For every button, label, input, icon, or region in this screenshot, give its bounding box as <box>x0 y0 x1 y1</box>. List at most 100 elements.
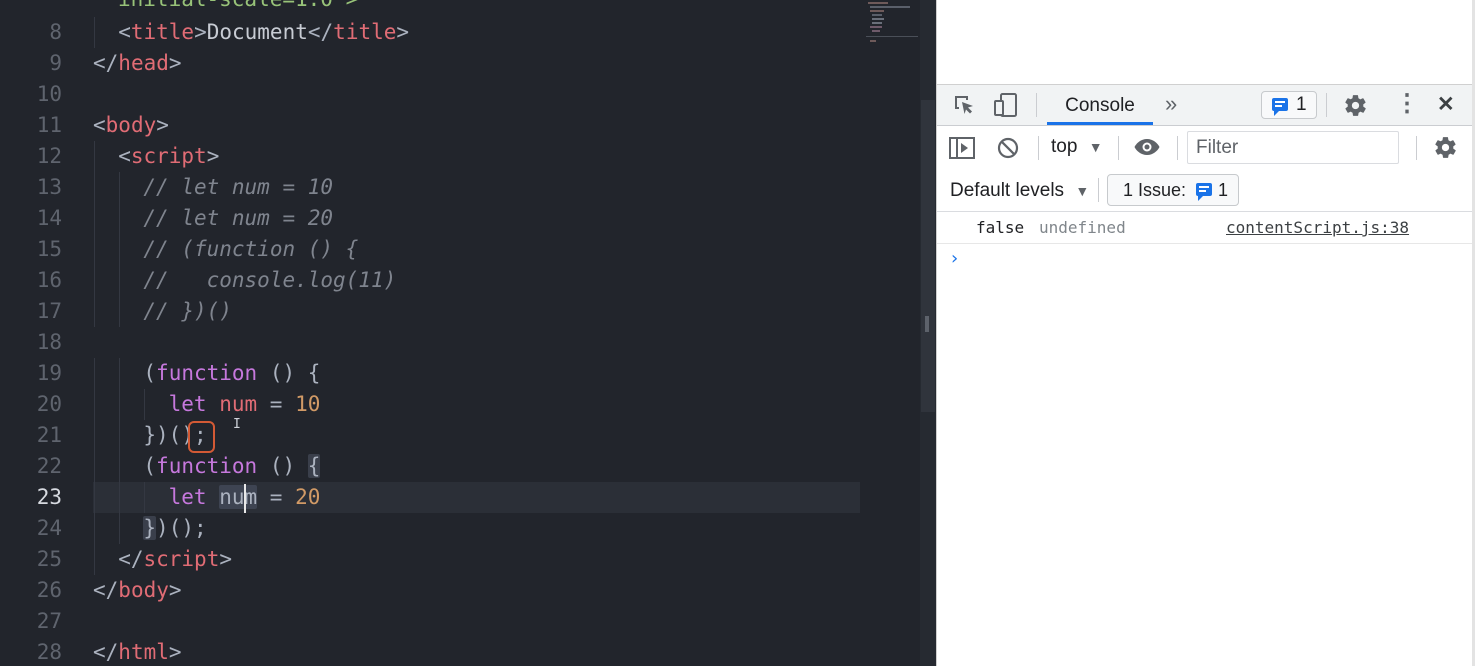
log-levels-select[interactable]: Default levels ▼ <box>950 180 1089 202</box>
settings-gear-icon[interactable] <box>1343 93 1368 118</box>
toolbar-separator <box>1036 93 1037 117</box>
code-token: </ <box>307 20 334 44</box>
close-icon[interactable]: ✕ <box>1437 93 1455 117</box>
code-token: < <box>93 113 106 137</box>
device-toolbar-icon[interactable] <box>993 92 1019 118</box>
code-line[interactable]: 22 (function () { <box>0 451 920 482</box>
code-token: </ <box>93 640 119 664</box>
line-number: 27 <box>36 609 62 633</box>
toolbar-separator <box>1118 136 1119 160</box>
indent-guide <box>94 203 95 234</box>
line-number: 18 <box>36 330 62 354</box>
line-number: 21 <box>36 423 62 447</box>
code-text: <body> <box>93 110 169 141</box>
console-source-link[interactable]: contentScript.js:38 <box>1226 212 1409 244</box>
sidebar-toggle-icon[interactable] <box>949 137 975 159</box>
code-line[interactable]: 9 </head> <box>0 48 920 79</box>
indent-guide <box>94 141 95 172</box>
line-number: 12 <box>36 144 62 168</box>
indent-guide <box>94 172 95 203</box>
line-number: 10 <box>36 82 62 106</box>
line-number: 11 <box>36 113 62 137</box>
code-text: // (function () { <box>143 234 358 265</box>
tab-console[interactable]: Console <box>1047 85 1153 125</box>
code-line[interactable]: 8 <title>Document</title> <box>0 17 920 48</box>
code-line[interactable]: 17 // })() <box>0 296 920 327</box>
code-token: > <box>168 578 182 602</box>
toolbar-separator <box>1177 136 1178 160</box>
code-line[interactable]: 16 // console.log(11) <box>0 265 920 296</box>
devtools-toolbar: Console » 1 ⋮ ✕ <box>937 84 1475 126</box>
code-token: ( <box>143 361 157 385</box>
code-line[interactable]: 14 // let num = 20 <box>0 203 920 234</box>
context-select[interactable]: top ▼ <box>1051 136 1103 158</box>
issues-count: 1 <box>1296 94 1307 115</box>
inspect-element-icon[interactable] <box>952 93 976 117</box>
indent-guide <box>94 482 95 513</box>
editor-scrollbar[interactable] <box>920 0 936 666</box>
toolbar-separator <box>1038 136 1039 160</box>
code-line[interactable]: 24})(); <box>0 513 920 544</box>
console-value-false: false <box>976 218 1025 237</box>
code-token: 20 <box>295 485 321 509</box>
code-line[interactable]: 26 </body> <box>0 575 920 606</box>
code-lines[interactable]: 8 <title>Document</title> 9 </head> 10 11 <bod… <box>0 0 920 666</box>
clear-console-icon[interactable] <box>996 136 1020 160</box>
more-menu-icon[interactable]: ⋮ <box>1395 92 1419 116</box>
filter-input[interactable] <box>1187 131 1399 164</box>
line-number: 13 <box>36 175 62 199</box>
code-text: </head> <box>93 48 182 79</box>
indent-guide <box>119 203 121 234</box>
code-line[interactable]: 10 <box>0 79 920 110</box>
code-line[interactable]: 19 (function () { <box>0 358 920 389</box>
code-line[interactable]: 25 </script> <box>0 544 920 575</box>
code-token: num <box>219 485 258 509</box>
code-line[interactable]: 28 </html> <box>0 637 920 666</box>
code-line[interactable]: 15 // (function () { <box>0 234 920 265</box>
code-token: num <box>219 392 258 416</box>
log-levels-bar: Default levels ▼ 1 Issue: 1 <box>937 170 1475 212</box>
code-line[interactable]: 12 <script> <box>0 141 920 172</box>
toolbar-separator <box>1326 93 1327 117</box>
code-token: > <box>194 20 207 44</box>
code-editor[interactable]: initial-scale=1.0"> 8<title>Document</ti… <box>0 0 936 666</box>
code-line[interactable]: 20 let num = 10 <box>0 389 920 420</box>
issues-counter-button[interactable]: 1 <box>1261 91 1317 119</box>
dropdown-arrow-icon: ▼ <box>1088 139 1103 155</box>
minimap[interactable] <box>866 0 918 48</box>
code-line[interactable]: 21})(); <box>0 420 920 451</box>
indent-guide <box>94 296 95 327</box>
code-token: // let num = 10 <box>143 175 334 199</box>
code-token: () { <box>257 361 321 385</box>
console-prompt-icon[interactable]: › <box>951 248 958 269</box>
code-token: let <box>168 485 207 509</box>
code-line[interactable]: 18 <box>0 327 920 358</box>
text-cursor-icon: I <box>233 417 241 432</box>
indent-guide <box>119 389 121 420</box>
scrollbar-thumb[interactable] <box>921 100 935 412</box>
code-line[interactable]: 23 let num = 20 <box>0 482 920 513</box>
code-token: // })() <box>143 299 232 323</box>
code-token: title <box>130 20 195 44</box>
indent-guide <box>144 482 146 513</box>
scrollbar-grip <box>925 316 929 332</box>
indent-guide <box>119 172 121 203</box>
context-value: top <box>1051 136 1078 157</box>
code-token: > <box>219 547 232 571</box>
live-expression-eye-icon[interactable] <box>1133 137 1161 157</box>
code-token: </ <box>93 51 119 75</box>
code-line[interactable]: 13 // let num = 10 <box>0 172 920 203</box>
code-line[interactable]: 11 <body> <box>0 110 920 141</box>
more-tabs-icon[interactable]: » <box>1165 92 1177 116</box>
code-token: function <box>156 361 258 385</box>
code-token: </ <box>93 578 119 602</box>
code-token: = <box>257 392 296 416</box>
console-settings-gear-icon[interactable] <box>1433 135 1458 160</box>
issues-button[interactable]: 1 Issue: 1 <box>1107 174 1239 206</box>
code-token: body <box>105 113 157 137</box>
code-token: // let num = 20 <box>143 206 334 230</box>
line-number: 25 <box>36 547 62 571</box>
code-text: let num = 10 <box>169 389 321 420</box>
code-token: < <box>118 144 131 168</box>
code-line[interactable]: 27 <box>0 606 920 637</box>
